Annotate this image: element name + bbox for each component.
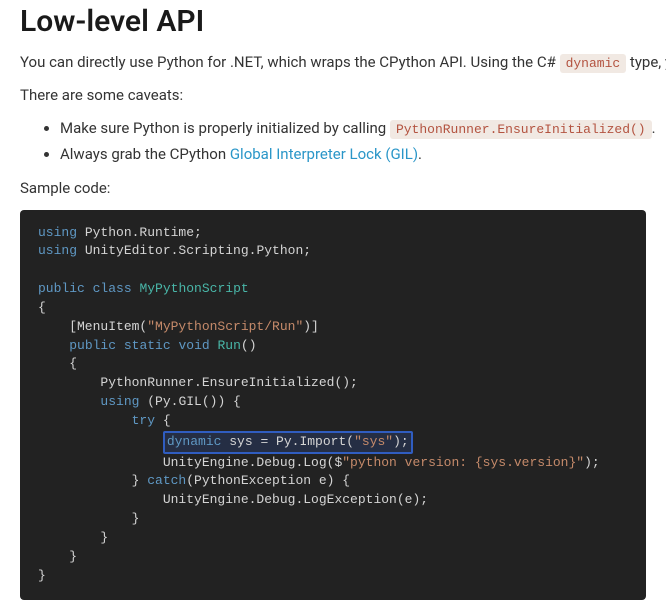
try-indent [38,413,132,428]
intro-prefix: You can directly use Python for .NET, wh… [20,53,560,71]
brace2: { [38,356,77,371]
sys-assign: sys = Py.Import( [221,434,354,449]
kw-using: using [38,225,77,240]
gil-open: (Py.GIL()) { [139,394,240,409]
caveat1-suffix: . [652,119,656,137]
log-close: ); [584,455,600,470]
kw-using: using [38,243,77,258]
caveats-list: Make sure Python is properly initialized… [20,116,646,167]
dyn-indent [38,434,163,449]
kw-void: void [178,338,209,353]
menuitem-str: "MyPythonScript/Run" [147,319,303,334]
brace-open: { [38,300,46,315]
intro-paragraph: You can directly use Python for .NET, wh… [20,51,646,74]
highlighted-line: dynamic sys = Py.Import("sys"); [163,431,413,454]
sys-close: ); [393,434,409,449]
close4: } [38,568,46,583]
menuitem-prefix: [MenuItem( [38,319,147,334]
gil-link[interactable]: Global Interpreter Lock (GIL) [230,145,418,163]
close2: } [38,530,108,545]
code-ns2: UnityEditor.Scripting.Python; [77,243,311,258]
logex-line: UnityEngine.Debug.LogException(e); [38,492,428,507]
kw-class: class [93,281,132,296]
log-indent: UnityEngine.Debug.Log($ [38,455,342,470]
caveat2-prefix: Always grab the CPython [60,145,230,163]
caveats-intro: There are some caveats: [20,84,646,107]
kw-using-inner: using [100,394,139,409]
caveat1-prefix: Make sure Python is properly initialized… [60,119,390,137]
catch-tail: (PythonException e) { [186,473,350,488]
kw-catch: catch [147,473,186,488]
try-open: { [155,413,171,428]
close1: } [38,511,139,526]
caveat2-suffix: . [418,145,422,163]
kw-dynamic: dynamic [167,434,222,449]
caveat-item-1: Make sure Python is properly initialized… [60,116,646,142]
kw-static: static [124,338,171,353]
caveat-item-2: Always grab the CPython Global Interpret… [60,142,646,168]
kw-public: public [69,338,116,353]
catch-indent: } [38,473,147,488]
log-str: "python version: {sys.version}" [342,455,584,470]
close3: } [38,549,77,564]
page-title: Low-level API [20,4,646,39]
sys-str: "sys" [354,434,393,449]
menuitem-suffix: )] [303,319,319,334]
sample-code-label: Sample code: [20,177,646,200]
run-parens: () [241,338,257,353]
using-indent [38,394,100,409]
intro-suffix: type, you can [626,53,666,71]
method-name: Run [218,338,241,353]
inline-code-dynamic: dynamic [560,54,627,73]
ensure-line: PythonRunner.EnsureInitialized(); [38,375,358,390]
class-name: MyPythonScript [139,281,248,296]
code-ns1: Python.Runtime; [77,225,202,240]
kw-public: public [38,281,85,296]
kw-try: try [132,413,155,428]
inline-code-ensure: PythonRunner.EnsureInitialized() [390,120,652,139]
code-block: using Python.Runtime; using UnityEditor.… [20,210,646,600]
